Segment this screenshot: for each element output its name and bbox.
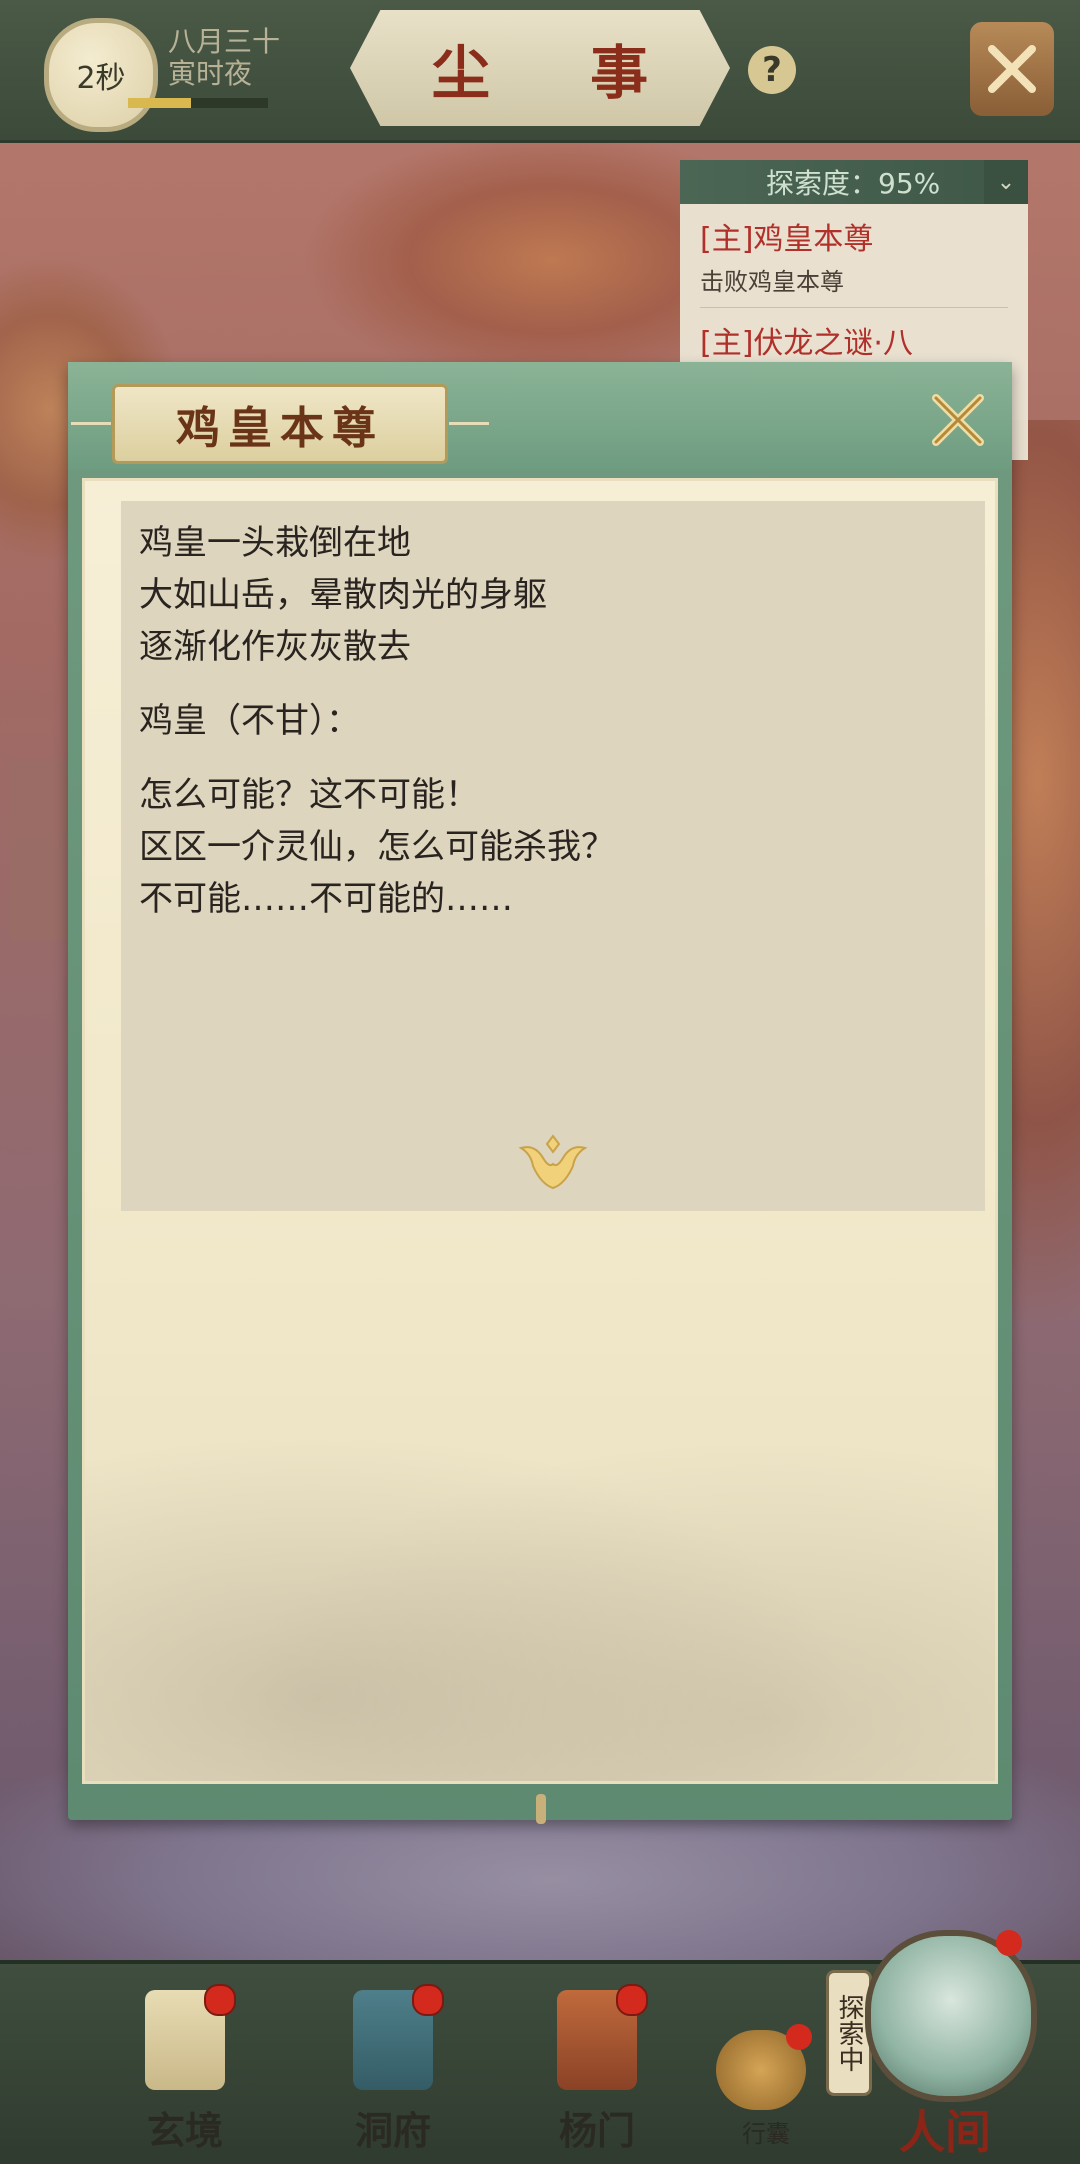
quest-title[interactable]: [主]伏龙之谜·八 <box>700 318 1008 362</box>
title-plate: 尘 事 <box>350 10 730 126</box>
nav-renjian[interactable]: 人间 <box>850 1930 1040 2159</box>
notification-badge <box>786 2024 812 2050</box>
timer-text: 2秒 <box>76 61 126 96</box>
autumn-tree <box>300 130 720 390</box>
top-close-button[interactable] <box>970 22 1054 116</box>
dialog-close-button[interactable] <box>920 382 996 458</box>
story-dialog: 鸡皇本尊 鸡皇一头栽倒在地 大如山岳，晕散肉光的身躯 逐渐化作灰灰散去 鸡皇（不… <box>68 362 1012 1824</box>
dialog-header: 鸡皇本尊 <box>68 362 1012 470</box>
date-hour: 寅时夜 <box>168 57 253 90</box>
dialog-line: 大如山岳，晕散肉光的身躯 <box>139 575 547 615</box>
help-icon: ? <box>762 50 782 90</box>
collapse-toggle[interactable]: ⌄ <box>984 160 1028 204</box>
chevron-down-icon: ⌄ <box>996 169 1016 195</box>
nav-bag[interactable]: 行囊 <box>716 2024 816 2150</box>
dialog-paragraph: 鸡皇（不甘）： <box>139 695 967 747</box>
speaker-plate: 鸡皇本尊 <box>71 384 489 464</box>
notification-badge <box>204 1984 236 2016</box>
nav-xuanjing[interactable]: 玄境 <box>110 1984 260 2153</box>
exploration-label: 探索度：95% <box>766 167 941 200</box>
dialog-line: 鸡皇一头栽倒在地 <box>139 523 411 563</box>
dialog-paragraph: 鸡皇一头栽倒在地 大如山岳，晕散肉光的身躯 逐渐化作灰灰散去 <box>139 517 967 673</box>
dialog-paper: 鸡皇一头栽倒在地 大如山岳，晕散肉光的身躯 逐渐化作灰灰散去 鸡皇（不甘）： 怎… <box>82 478 998 1784</box>
page-title: 尘 事 <box>431 39 689 107</box>
nav-label: 行囊 <box>742 2120 790 2148</box>
scroll-pin <box>536 1794 546 1824</box>
dialog-line: 怎么可能？这不可能！ <box>139 775 479 815</box>
close-icon <box>932 394 984 446</box>
quest-title[interactable]: [主]鸡皇本尊 <box>700 214 1008 258</box>
dialog-paragraph: 怎么可能？这不可能！ 区区一介灵仙，怎么可能杀我？ 不可能……不可能的…… <box>139 769 967 925</box>
quest-desc: 击败鸡皇本尊 <box>700 262 1008 308</box>
time-progress-fill <box>128 98 191 108</box>
dialog-line: 区区一介灵仙，怎么可能杀我？ <box>139 827 615 867</box>
notification-badge <box>996 1930 1022 1956</box>
dialog-line: 逐渐化作灰灰散去 <box>139 627 411 667</box>
time-progress-bar <box>128 98 268 108</box>
help-button[interactable]: ? <box>748 46 796 94</box>
date-day: 八月三十 <box>168 25 281 58</box>
top-bar: 2秒 八月三十 寅时夜 尘 事 ? <box>0 0 1080 143</box>
close-icon <box>988 45 1036 93</box>
continue-arrow-icon <box>518 1134 588 1190</box>
dialog-line: 鸡皇（不甘）： <box>139 701 360 741</box>
nav-yangmen[interactable]: 杨门 <box>522 1984 672 2153</box>
speaker-name: 鸡皇本尊 <box>176 403 384 454</box>
dialog-line: 不可能……不可能的…… <box>139 879 513 919</box>
notification-badge <box>616 1984 648 2016</box>
dialog-text-box[interactable]: 鸡皇一头栽倒在地 大如山岳，晕散肉光的身躯 逐渐化作灰灰散去 鸡皇（不甘）： 怎… <box>121 501 985 1211</box>
nav-label: 人间 <box>899 2105 991 2159</box>
nav-label: 杨门 <box>558 2108 635 2153</box>
timer-badge: 2秒 <box>44 18 158 132</box>
game-date: 八月三十 寅时夜 <box>128 25 308 108</box>
nav-label: 玄境 <box>146 2108 223 2153</box>
exploration-header: 探索度：95% <box>680 160 1028 204</box>
notification-badge <box>412 1984 444 2016</box>
nav-label: 洞府 <box>354 2108 431 2153</box>
nav-dongfu[interactable]: 洞府 <box>318 1984 468 2153</box>
continue-indicator[interactable] <box>511 1129 595 1199</box>
